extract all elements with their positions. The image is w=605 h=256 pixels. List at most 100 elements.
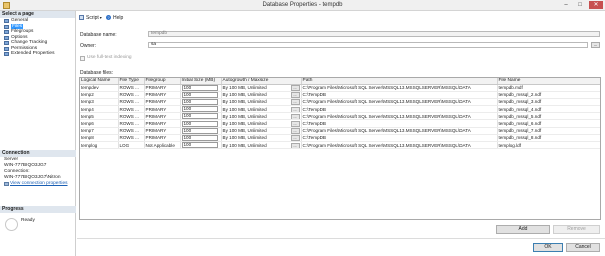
initial-size-input[interactable]: 100 (181, 120, 218, 127)
filegroup-cell[interactable]: PRIMARY (144, 105, 181, 114)
maximize-button[interactable]: □ (574, 1, 586, 9)
minimize-button[interactable]: – (560, 1, 572, 9)
page-label: Filegroups (11, 29, 34, 34)
initial-size-input[interactable]: 100 (181, 84, 218, 91)
initial-size-cell: 100 (180, 134, 222, 143)
file-type-cell[interactable]: ROWS ... (118, 127, 145, 135)
file-name-cell[interactable]: tempdb.mdf (497, 84, 600, 92)
initial-size-input[interactable]: 100 (181, 98, 218, 105)
progress-section: Progress Ready (0, 206, 76, 231)
logical-name-cell[interactable]: temp7 (80, 127, 119, 135)
autogrowth-edit-button[interactable]: ... (290, 135, 300, 141)
filegroup-cell[interactable]: PRIMARY (144, 112, 181, 121)
initial-size-cell: 100 (180, 98, 222, 107)
logical-name-cell[interactable]: temp4 (80, 105, 119, 114)
logical-name-cell[interactable]: temp8 (80, 134, 119, 143)
table-row[interactable]: templog LOG Not Applicable 100 By 100 MB… (80, 141, 600, 150)
file-type-cell[interactable]: ROWS ... (118, 112, 145, 121)
file-type-cell[interactable]: ROWS ... (118, 84, 145, 92)
initial-size-input[interactable]: 100 (181, 106, 218, 112)
initial-size-input[interactable]: 100 (181, 142, 218, 148)
script-button[interactable]: Script▾ (79, 14, 102, 22)
table-row[interactable]: tempdev ROWS ... PRIMARY 100 By 100 MB, … (80, 84, 600, 92)
initial-size-cell: 100 (180, 112, 222, 121)
path-cell: C:\Program Files\Microsoft SQL Server\MS… (301, 141, 498, 150)
initial-size-input[interactable]: 100 (181, 113, 218, 119)
file-name-cell[interactable]: tempdb_mssql_5.ndf (497, 112, 600, 121)
table-row[interactable]: temp3 ROWS ... PRIMARY 100 By 100 MB, Un… (80, 98, 600, 107)
filegroup-cell[interactable]: PRIMARY (144, 134, 181, 143)
fulltext-indexing-checkbox[interactable]: Use full-text indexing (80, 55, 132, 61)
page-item-extended-properties[interactable]: Extended Properties (0, 51, 75, 57)
help-button[interactable]: ? Help (106, 14, 123, 22)
autogrowth-edit-button[interactable]: ... (290, 113, 300, 119)
file-type-cell[interactable]: ROWS ... (118, 98, 145, 107)
file-name-cell[interactable]: templog.ldf (497, 141, 600, 150)
file-type-cell[interactable]: ROWS ... (118, 119, 145, 128)
autogrowth-value: By 100 MB, Unlimited (222, 135, 267, 141)
autogrowth-edit-button[interactable]: ... (290, 142, 300, 148)
file-type-cell[interactable]: LOG (118, 141, 145, 150)
autogrowth-edit-button[interactable]: ... (290, 106, 300, 112)
filegroup-cell[interactable]: PRIMARY (144, 91, 181, 99)
file-type-cell[interactable]: ROWS ... (118, 134, 145, 143)
chevron-down-icon: ▾ (99, 15, 102, 20)
logical-name-cell[interactable]: tempdev (80, 84, 119, 92)
autogrowth-edit-button[interactable]: ... (290, 92, 300, 98)
logical-name-cell[interactable]: templog (80, 141, 119, 150)
column-header-initial-size[interactable]: Initial Size (MB) (180, 78, 222, 85)
filegroup-cell[interactable]: PRIMARY (144, 119, 181, 128)
autogrowth-edit-button[interactable]: ... (290, 85, 300, 91)
path-value: C:\TempDB (302, 92, 326, 98)
file-name-cell[interactable]: tempdb_mssql_6.ndf (497, 119, 600, 128)
file-type-cell[interactable]: ROWS ... (118, 105, 145, 114)
page-icon (4, 52, 9, 56)
table-row[interactable]: temp5 ROWS ... PRIMARY 100 By 100 MB, Un… (80, 112, 600, 121)
initial-size-input[interactable]: 100 (181, 91, 218, 98)
initial-size-input[interactable]: 100 (181, 134, 218, 141)
logical-name-cell[interactable]: temp3 (80, 98, 119, 107)
file-name-cell[interactable]: tempdb_mssql_2.ndf (497, 91, 600, 99)
autogrowth-cell: By 100 MB, Unlimited... (221, 134, 302, 143)
path-value: C:\Program Files\Microsoft SQL Server\MS… (302, 113, 471, 119)
table-row[interactable]: temp6 ROWS ... PRIMARY 100 By 100 MB, Un… (80, 119, 600, 128)
page-icon (4, 46, 9, 51)
path-cell: C:\TempDB (301, 105, 498, 114)
view-connection-properties-link[interactable]: View connection properties (0, 181, 76, 187)
filegroup-cell[interactable]: PRIMARY (144, 127, 181, 135)
autogrowth-value: By 100 MB, Unlimited (222, 85, 267, 91)
initial-size-cell: 100 (180, 141, 222, 150)
close-button[interactable]: ✕ (589, 1, 603, 9)
logical-name-cell[interactable]: temp2 (80, 91, 119, 99)
file-name-cell[interactable]: tempdb_mssql_4.ndf (497, 105, 600, 114)
table-row[interactable]: temp7 ROWS ... PRIMARY 100 By 100 MB, Un… (80, 127, 600, 135)
file-name-cell[interactable]: tempdb_mssql_3.ndf (497, 98, 600, 107)
page-label: Options (11, 34, 28, 40)
filegroup-cell[interactable]: Not Applicable (144, 141, 181, 150)
table-row[interactable]: temp4 ROWS ... PRIMARY 100 By 100 MB, Un… (80, 105, 600, 114)
file-name-cell[interactable]: tempdb_mssql_7.ndf (497, 127, 600, 135)
autogrowth-edit-button[interactable]: ... (290, 99, 300, 105)
ok-button[interactable]: OK (533, 243, 563, 252)
autogrowth-value: By 100 MB, Unlimited (222, 113, 267, 119)
autogrowth-edit-button[interactable]: ... (290, 128, 300, 134)
owner-field[interactable]: sa (148, 42, 588, 48)
toolbar: Script▾ ? Help (77, 12, 605, 24)
remove-file-button[interactable]: Remove (553, 225, 600, 234)
filegroup-cell[interactable]: PRIMARY (144, 98, 181, 107)
logical-name-cell[interactable]: temp6 (80, 119, 119, 128)
file-name-cell[interactable]: tempdb_mssql_8.ndf (497, 134, 600, 143)
table-row[interactable]: temp2 ROWS ... PRIMARY 100 By 100 MB, Un… (80, 91, 600, 99)
cancel-button[interactable]: Cancel (566, 243, 600, 252)
path-cell: C:\Program Files\Microsoft SQL Server\MS… (301, 127, 498, 135)
autogrowth-edit-button[interactable]: ... (290, 120, 300, 127)
owner-browse-button[interactable]: ... (591, 42, 600, 48)
file-type-cell[interactable]: ROWS ... (118, 91, 145, 99)
table-row[interactable]: temp8 ROWS ... PRIMARY 100 By 100 MB, Un… (80, 134, 600, 143)
filegroup-cell[interactable]: PRIMARY (144, 84, 181, 92)
page-label: Change Tracking (11, 40, 48, 45)
add-file-button[interactable]: Add (496, 225, 550, 234)
logical-name-cell[interactable]: temp5 (80, 112, 119, 121)
initial-size-input[interactable]: 100 (181, 127, 218, 134)
database-name-label: Database name: (80, 32, 117, 38)
